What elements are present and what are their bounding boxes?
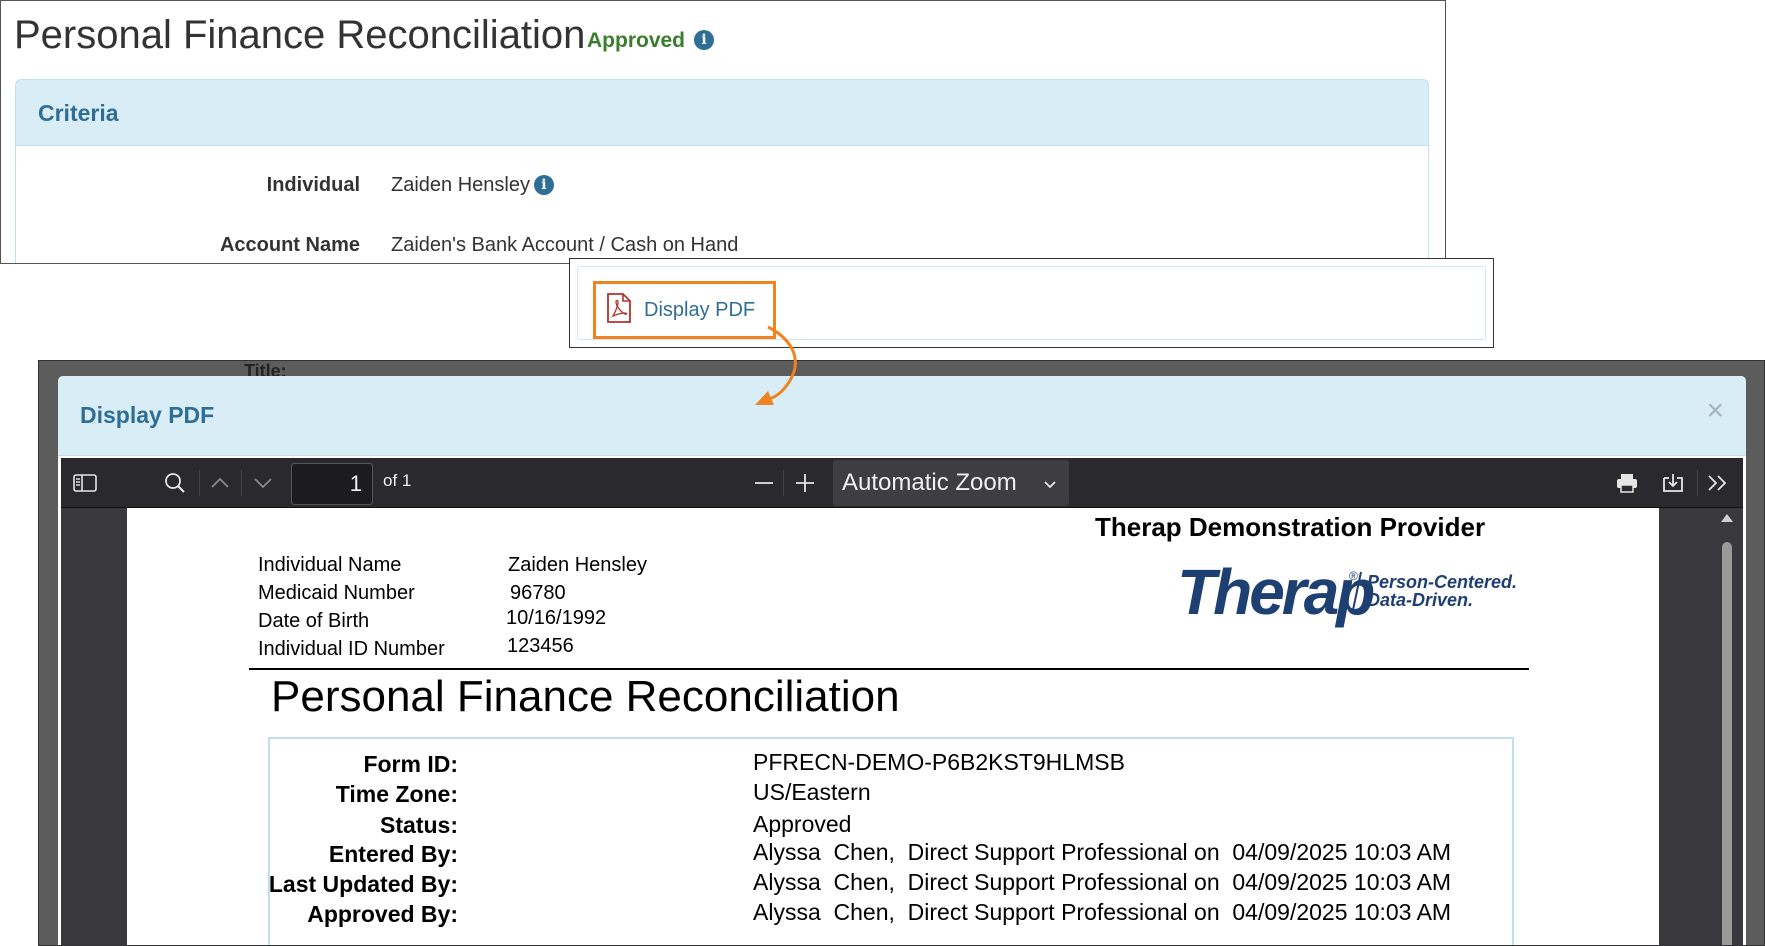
page-count: of 1 [383,471,412,490]
tools-icon[interactable] [1704,470,1732,496]
zoom-value: Automatic Zoom [842,469,1017,496]
form-field-value: Approved [753,811,852,837]
scroll-up-arrow [1721,514,1733,522]
pdf-page: Therap Demonstration Provider Therap ® P… [127,508,1659,945]
form-field-label: Entered By: [328,841,458,867]
demographic-label: Individual ID Number [258,638,445,660]
demographic-value: 96780 [510,582,566,604]
criteria-value: Zaiden Hensley i [391,174,554,197]
account-name-value: Zaiden's Bank Account / Cash on Hand [391,234,739,256]
zoom-out-icon[interactable] [750,470,778,496]
scrollbar[interactable] [1719,512,1735,945]
pdf-heading: Personal Finance Reconciliation [271,672,900,721]
modal-title: Display PDF [80,402,215,428]
form-info-box: Form ID: PFRECN-DEMO-P6B2KST9HLMSB Time … [268,737,1514,945]
chevron-down-icon [1043,460,1057,506]
form-field-label: Last Updated By: [268,871,458,897]
download-icon[interactable] [1659,470,1687,496]
annotation-arrow [755,325,797,405]
form-field-label: Form ID: [363,751,458,777]
chevron-down-icon[interactable] [249,470,277,496]
registered-mark: ® [1349,569,1358,583]
pdf-link-container: Display PDF [577,266,1486,340]
display-pdf-link[interactable]: Display PDF [593,281,776,339]
info-icon[interactable]: i [694,30,714,50]
toolbar-separator [241,470,242,496]
form-field-value: PFRECN-DEMO-P6B2KST9HLMSB [753,749,1125,775]
page-number-input[interactable] [291,463,373,505]
form-field-value: Alyssa Chen, Direct Support Professional… [753,839,1452,865]
logo-tagline-1: Person-Centered. [1367,572,1517,592]
form-summary-panel: Personal Finance Reconciliation Approved… [0,0,1446,264]
page-title: Personal Finance Reconciliation [14,13,586,57]
form-field-label: Approved By: [307,901,458,927]
toolbar-separator [199,470,200,496]
modal-header: Display PDF × [58,376,1746,456]
display-pdf-modal: Display PDF × of 1 [58,376,1746,945]
therap-logo: Therap ® Person-Centered. Data-Driven. [1177,556,1537,636]
demographic-value: Zaiden Hensley [508,554,647,576]
form-field-value: Alyssa Chen, Direct Support Professional… [753,869,1452,895]
logo-tagline-2: Data-Driven. [1367,590,1473,610]
demographic-label: Date of Birth [258,610,370,632]
form-field-value: US/Eastern [753,779,871,805]
criteria-label: Individual [266,174,360,196]
logo-wordmark: Therap [1177,556,1374,628]
criteria-section: Criteria Individual Zaiden Hensley i Acco… [15,79,1429,263]
form-field-label: Time Zone: [335,781,458,807]
demographic-value: 10/16/1992 [506,607,607,629]
pdf-link-panel: Display PDF [569,258,1494,348]
search-icon[interactable] [161,470,189,496]
criteria-header: Criteria [16,80,1428,146]
info-icon[interactable]: i [533,175,554,195]
pdf-file-icon [606,292,632,328]
zoom-select[interactable]: Automatic Zoom [833,460,1069,506]
sidebar-toggle-icon[interactable] [71,470,99,496]
provider-name: Therap Demonstration Provider [1095,512,1486,542]
horizontal-rule [249,668,1529,670]
demographic-label: Individual Name [258,554,402,576]
form-field-value: Alyssa Chen, Direct Support Professional… [753,899,1452,925]
scrollbar-thumb[interactable] [1722,542,1732,945]
modal-backdrop: Title: Display PDF × 1 of 1 Automatic Zo… [38,360,1765,946]
zoom-in-icon[interactable] [791,470,819,496]
close-button[interactable]: × [1706,396,1724,426]
pdf-toolbar: of 1 Automatic Zoom [61,458,1743,508]
form-field-label: Status: [380,812,458,838]
print-icon[interactable] [1613,470,1641,496]
pdf-viewer: of 1 Automatic Zoom [61,458,1743,945]
status-badge: Approved [587,29,686,52]
toolbar-separator [1697,470,1698,496]
individual-name: Zaiden Hensley [391,174,530,196]
toolbar-separator [783,470,784,496]
demographic-value: 123456 [507,635,574,657]
demographic-label: Medicaid Number [258,582,415,604]
display-pdf-label: Display PDF [644,298,756,321]
chevron-up-icon[interactable] [206,470,234,496]
criteria-label: Account Name [219,234,360,256]
